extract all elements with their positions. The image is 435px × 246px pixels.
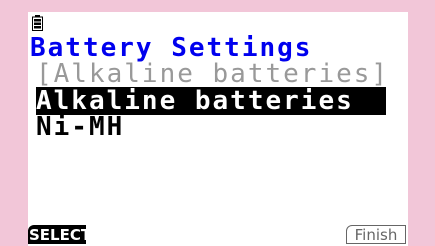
battery-icon xyxy=(32,15,43,31)
current-setting: [Alkaline batteries] xyxy=(36,59,390,89)
option-ni-mh[interactable]: Ni-MH xyxy=(36,113,124,141)
select-button[interactable]: SELECT xyxy=(28,225,91,244)
finish-button[interactable]: Finish xyxy=(346,225,406,244)
page-title: Battery Settings xyxy=(30,33,313,63)
status-bar xyxy=(28,12,408,33)
calculator-screen: Battery Settings [Alkaline batteries] Al… xyxy=(28,12,408,246)
option-alkaline-batteries[interactable]: Alkaline batteries xyxy=(36,87,386,115)
function-key-bar: SELECT Finish xyxy=(28,225,408,246)
